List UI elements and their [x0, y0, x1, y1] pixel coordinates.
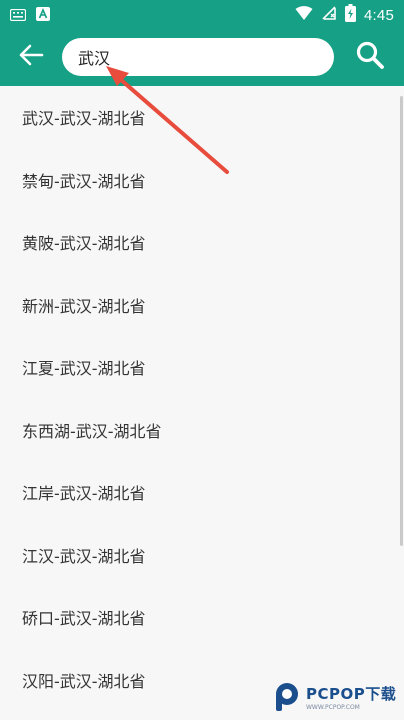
search-box: [62, 38, 334, 76]
list-item-label: 江汉-武汉-湖北省: [22, 546, 146, 566]
list-item-label: 江岸-武汉-湖北省: [22, 484, 146, 504]
list-item-label: 武汉-武汉-湖北省: [22, 109, 146, 129]
list-item[interactable]: 江岸-武汉-湖北省: [0, 461, 404, 524]
arrow-left-icon: [18, 43, 44, 71]
watermark-title: PCPOP下载: [306, 685, 397, 703]
search-input[interactable]: [62, 38, 334, 76]
list-item[interactable]: 东西湖-武汉-湖北省: [0, 399, 404, 462]
list-item[interactable]: 黄陂-武汉-湖北省: [0, 211, 404, 274]
list-item-label: 新洲-武汉-湖北省: [22, 296, 146, 316]
scrollbar[interactable]: [400, 96, 403, 546]
watermark-subtitle: WWW.PCPOP.COM: [306, 704, 360, 711]
keyboard-icon: [9, 6, 27, 25]
back-button[interactable]: [14, 42, 48, 72]
list-item[interactable]: 新洲-武汉-湖北省: [0, 274, 404, 337]
list-item[interactable]: 禁甸-武汉-湖北省: [0, 149, 404, 212]
status-right-icons: 4:45: [295, 4, 394, 26]
list-item[interactable]: 硚口-武汉-湖北省: [0, 586, 404, 649]
watermark-logo: PCPOP下载 WWW.PCPOP.COM: [272, 682, 398, 716]
list-item[interactable]: 武汉-武汉-湖北省: [0, 86, 404, 149]
search-icon: [355, 40, 385, 74]
list-item-label: 硚口-武汉-湖北省: [22, 609, 146, 629]
results-list: 武汉-武汉-湖北省 禁甸-武汉-湖北省 黄陂-武汉-湖北省 新洲-武汉-湖北省 …: [0, 86, 404, 720]
status-time: 4:45: [364, 6, 394, 24]
list-item-label: 汉阳-武汉-湖北省: [22, 671, 146, 691]
list-item-label: 东西湖-武汉-湖北省: [22, 421, 162, 441]
search-button[interactable]: [354, 41, 386, 73]
battery-icon: [345, 4, 356, 26]
status-bar: 4:45: [0, 0, 404, 28]
no-sim-icon: [321, 5, 337, 25]
list-item[interactable]: 江汉-武汉-湖北省: [0, 524, 404, 587]
wifi-icon: [295, 5, 313, 25]
list-item-label: 禁甸-武汉-湖北省: [22, 171, 146, 191]
app-bar: [0, 28, 404, 86]
list-item[interactable]: 江夏-武汉-湖北省: [0, 336, 404, 399]
status-left-icons: [9, 6, 50, 25]
list-item-label: 黄陂-武汉-湖北省: [22, 234, 146, 254]
list-item-label: 江夏-武汉-湖北省: [22, 359, 146, 379]
pcpop-logo-icon: [272, 682, 300, 716]
a-notification-icon: [36, 6, 50, 25]
